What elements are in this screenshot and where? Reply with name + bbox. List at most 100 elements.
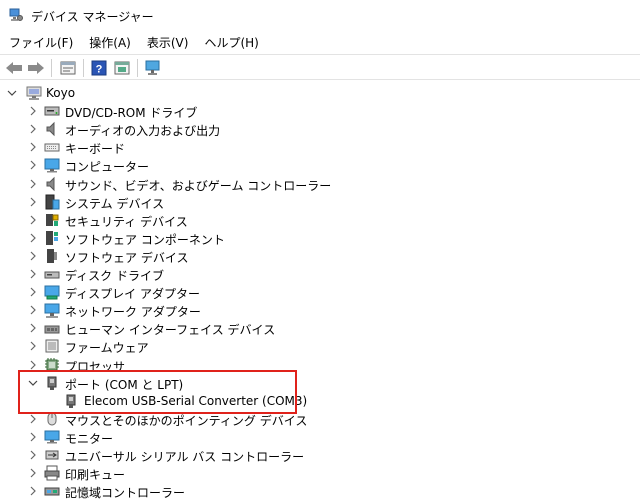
monitor-scan-icon[interactable]	[143, 58, 163, 78]
firmware-icon	[44, 338, 60, 354]
port-icon	[63, 393, 79, 409]
tree-item-label: ヒューマン インターフェイス デバイス	[65, 323, 276, 338]
tree-category[interactable]: ディスプレイ アダプター	[0, 283, 640, 301]
chevron-right-icon[interactable]	[27, 250, 39, 262]
chevron-right-icon[interactable]	[27, 105, 39, 117]
tree-category[interactable]: ヒューマン インターフェイス デバイス	[0, 319, 640, 337]
tree-category[interactable]: マウスとそのほかのポインティング デバイス	[0, 410, 640, 428]
chevron-right-icon[interactable]	[27, 304, 39, 316]
tree-item-label: コンピューター	[65, 160, 150, 175]
update-driver-icon[interactable]	[112, 58, 132, 78]
port-icon	[44, 375, 60, 391]
chevron-right-icon[interactable]	[27, 449, 39, 461]
disk-drive-icon	[44, 266, 60, 282]
tree-category[interactable]: ネットワーク アダプター	[0, 301, 640, 319]
tree-item-label: システム デバイス	[65, 196, 165, 211]
tree-category[interactable]: ソフトウェア デバイス	[0, 247, 640, 265]
chevron-right-icon[interactable]	[27, 286, 39, 298]
tree-item-label: キーボード	[65, 142, 126, 157]
chevron-right-icon[interactable]	[27, 232, 39, 244]
tree-category[interactable]: コンピューター	[0, 156, 640, 174]
chevron-right-icon[interactable]	[27, 431, 39, 443]
chevron-down-icon[interactable]	[27, 377, 39, 389]
tree-item-label: 印刷キュー	[65, 468, 126, 483]
tree-category[interactable]: ディスク ドライブ	[0, 265, 640, 283]
hid-icon	[44, 320, 60, 336]
properties-icon[interactable]	[58, 58, 78, 78]
chevron-right-icon[interactable]	[27, 141, 39, 153]
menu-file[interactable]: ファイル(F)	[0, 31, 80, 53]
chevron-right-icon[interactable]	[27, 123, 39, 135]
back-arrow-icon[interactable]	[4, 58, 24, 78]
chevron-down-icon[interactable]	[6, 87, 18, 99]
chevron-right-icon[interactable]	[27, 214, 39, 226]
chevron-right-icon[interactable]	[27, 359, 39, 371]
chevron-right-icon[interactable]	[27, 196, 39, 208]
menu-help[interactable]: ヘルプ(H)	[195, 31, 265, 53]
title-bar: デバイス マネージャー	[0, 0, 640, 30]
tree-category[interactable]: 印刷キュー	[0, 464, 640, 482]
tree-item-label: Elecom USB-Serial Converter (COM3)	[84, 393, 308, 408]
usb-icon	[44, 447, 60, 463]
tree-category[interactable]: サウンド、ビデオ、およびゲーム コントローラー	[0, 175, 640, 193]
printer-icon	[44, 465, 60, 481]
speaker-icon	[44, 121, 60, 137]
tree-item-label: ソフトウェア デバイス	[65, 250, 189, 265]
tree-item-label: プロセッサ	[65, 359, 126, 374]
tree-category[interactable]: オーディオの入力および出力	[0, 120, 640, 138]
chevron-right-icon[interactable]	[27, 467, 39, 479]
system-devices-icon	[44, 194, 60, 210]
processor-icon	[44, 357, 60, 373]
toolbar-separator	[51, 59, 52, 77]
software-device-icon	[44, 248, 60, 264]
chevron-right-icon[interactable]	[27, 159, 39, 171]
menu-action[interactable]: 操作(A)	[80, 31, 138, 53]
chevron-right-icon[interactable]	[27, 340, 39, 352]
tree-item-label: セキュリティ デバイス	[65, 214, 188, 229]
tree-item-label: ファームウェア	[65, 341, 149, 356]
tree-category[interactable]: ファームウェア	[0, 337, 640, 355]
security-device-icon	[44, 212, 60, 228]
tree-item-label: オーディオの入力および出力	[65, 124, 221, 139]
tree-item-label: DVD/CD-ROM ドライブ	[65, 106, 198, 121]
software-component-icon	[44, 230, 60, 246]
menu-view[interactable]: 表示(V)	[138, 31, 196, 53]
tree-root-koyo[interactable]: Koyo	[0, 84, 640, 102]
chevron-right-icon[interactable]	[27, 268, 39, 280]
chevron-right-icon[interactable]	[27, 485, 39, 497]
tree-category[interactable]: システム デバイス	[0, 193, 640, 211]
tree-item-label: モニター	[65, 431, 114, 446]
toolbar-separator	[137, 59, 138, 77]
toolbar: ?	[0, 54, 640, 80]
network-adapter-icon	[44, 302, 60, 318]
tree-category[interactable]: DVD/CD-ROM ドライブ	[0, 102, 640, 120]
computer-icon	[44, 157, 60, 173]
tree-category[interactable]: セキュリティ デバイス	[0, 211, 640, 229]
tree-device-item[interactable]: Elecom USB-Serial Converter (COM3)	[0, 392, 640, 410]
tree-item-label: サウンド、ビデオ、およびゲーム コントローラー	[65, 178, 332, 193]
tree-item-label: 記憶域コントローラー	[65, 486, 186, 500]
tree-item-label: ソフトウェア コンポーネント	[65, 232, 225, 247]
tree-item-label: マウスとそのほかのポインティング デバイス	[65, 413, 308, 428]
chevron-right-icon[interactable]	[27, 322, 39, 334]
tree-category[interactable]: 記憶域コントローラー	[0, 482, 640, 500]
tree-category[interactable]: プロセッサ	[0, 356, 640, 374]
tree-item-label: Koyo	[46, 86, 76, 100]
monitor-icon	[44, 429, 60, 445]
speaker-icon	[44, 176, 60, 192]
tree-item-label: ディスプレイ アダプター	[65, 287, 200, 302]
toolbar-separator	[83, 59, 84, 77]
help-icon[interactable]: ?	[89, 58, 109, 78]
chevron-right-icon[interactable]	[27, 178, 39, 190]
tree-category[interactable]: モニター	[0, 428, 640, 446]
tree-category[interactable]: ユニバーサル シリアル バス コントローラー	[0, 446, 640, 464]
tree-category[interactable]: ソフトウェア コンポーネント	[0, 229, 640, 247]
svg-text:?: ?	[96, 64, 103, 76]
tree-category[interactable]: ポート (COM と LPT)	[0, 374, 640, 392]
chevron-right-icon[interactable]	[27, 413, 39, 425]
tree-category[interactable]: キーボード	[0, 138, 640, 156]
storage-controller-icon	[44, 483, 60, 499]
tree-item-label: ユニバーサル シリアル バス コントローラー	[65, 450, 305, 464]
forward-arrow-icon[interactable]	[26, 58, 46, 78]
tree-item-label: ディスク ドライブ	[65, 269, 164, 283]
